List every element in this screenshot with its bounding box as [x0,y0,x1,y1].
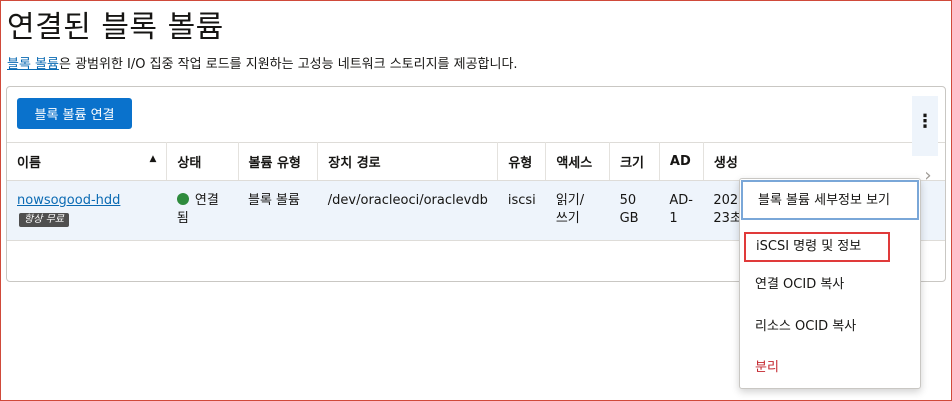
menu-item-copy-resource-ocid[interactable]: 리소스 OCID 복사 [740,308,920,346]
chevron-right-icon[interactable]: › [918,165,938,187]
menu-item-copy-attachment-ocid[interactable]: 연결 OCID 복사 [740,266,920,304]
attach-block-volume-button[interactable]: 블록 볼륨 연결 [17,98,132,129]
cell-size: 50 GB [609,180,660,241]
block-volume-doc-link[interactable]: 블록 볼륨 [7,57,59,72]
menu-item-detach[interactable]: 분리 [740,349,920,387]
row-actions-menu: 블록 볼륨 세부정보 보기 iSCSI 명령 및 정보 연결 OCID 복사 리… [739,178,921,389]
column-header-state: 상태 [166,142,239,181]
page-title: 연결된 블록 볼륨 [7,10,224,45]
menu-item-view-volume-details[interactable]: 블록 볼륨 세부정보 보기 [741,180,919,220]
sort-ascending-icon[interactable]: ▲ [149,154,156,164]
column-header-device-path: 장치 경로 [317,142,499,181]
always-free-badge: 항상 무료 [19,213,69,227]
cell-ad: AD- 1 [659,180,704,241]
kebab-icon[interactable]: ⋮ [912,96,938,156]
page-description-text: 은 광범위한 I/O 집중 작업 로드를 지원하는 고성능 네트워크 스토리지를… [58,57,518,72]
status-dot-icon [176,193,189,205]
column-header-size: 크기 [609,142,660,181]
cell-type: iscsi [497,180,546,241]
cell-device-path: /dev/oracleoci/oraclevdb [317,180,498,241]
column-header-name[interactable]: 이름 ▲ [7,142,168,181]
column-header-created: 생성 [703,142,945,181]
cell-name: nowsogood-hdd 항상 무료 [7,180,167,241]
cell-access: 읽기/쓰기 [545,180,610,241]
cell-volume-type: 블록 볼륨 [238,180,318,241]
page-description: 블록 볼륨은 광범위한 I/O 집중 작업 로드를 지원하는 고성능 네트워크 … [7,53,518,72]
table-header-row: 이름 ▲ 상태 볼륨 유형 장치 경로 유형 액세스 크기 AD 생성 [7,142,945,181]
volume-name-link[interactable]: nowsogood-hdd [17,193,120,208]
column-header-volume-type: 볼륨 유형 [238,142,319,181]
menu-item-iscsi-commands[interactable]: iSCSI 명령 및 정보 [744,232,890,262]
column-header-type: 유형 [497,142,547,181]
cell-state: 연결 됨 [166,180,238,241]
column-header-access: 액세스 [545,142,611,181]
column-header-ad: AD [659,142,704,181]
